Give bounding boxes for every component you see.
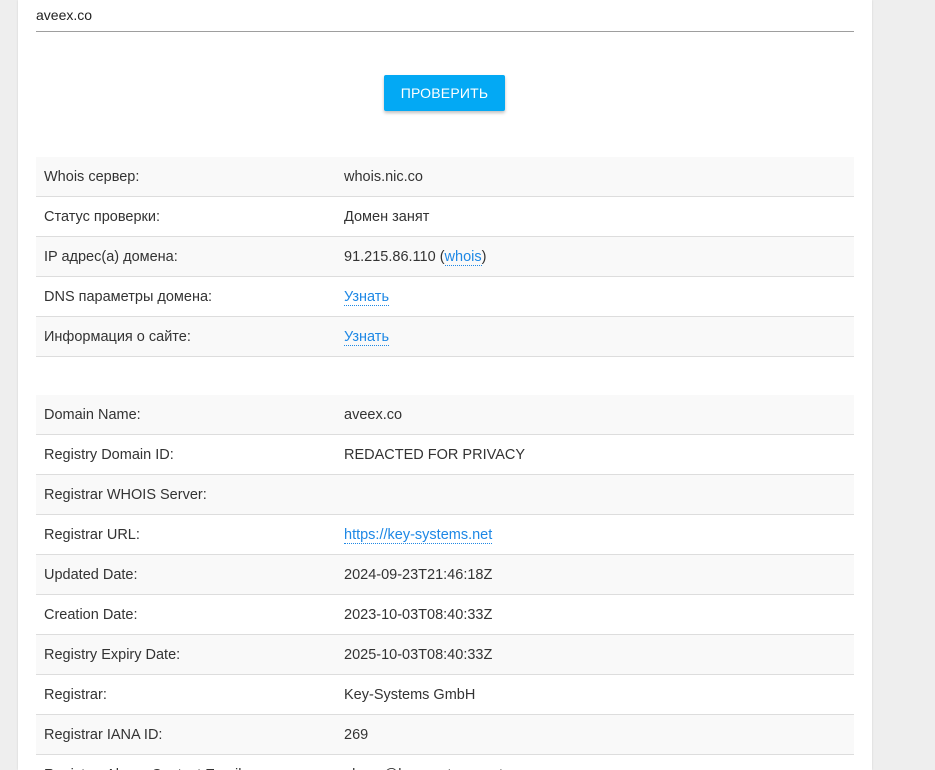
site-info-cell: Узнать [336,316,854,357]
whois-server-value: whois.nic.co [336,157,854,197]
registrar-url-link[interactable]: https://key-systems.net [344,526,493,544]
paren-close: ) [481,248,487,265]
table-row: Registry Domain ID: REDACTED FOR PRIVACY [36,434,854,475]
table-row: IP адрес(а) домена: 91.215.86.110 (whois… [36,236,854,277]
table-row: Registrar URL: https://key-systems.net [36,514,854,555]
table-row: Registrar Abuse Contact Email: abuse@key… [36,754,854,770]
paren-open: ( [439,248,445,265]
domain-name-value: aveex.co [336,395,854,435]
registrar-url-cell: https://key-systems.net [336,514,854,555]
check-button[interactable]: ПРОВЕРИТЬ [384,75,505,111]
domain-input[interactable] [36,0,854,32]
table-row: Registrar: Key-Systems GmbH [36,674,854,715]
dns-params-label: DNS параметры домена: [36,276,336,317]
registry-domain-id-label: Registry Domain ID: [36,434,336,475]
iana-id-label: Registrar IANA ID: [36,714,336,755]
registrar-whois-server-value [336,474,854,515]
updated-date-value: 2024-09-23T21:46:18Z [336,554,854,595]
table-row: Статус проверки: Домен занят [36,196,854,237]
iana-id-value: 269 [336,714,854,755]
whois-table: Domain Name: aveex.co Registry Domain ID… [36,395,854,770]
ip-address-label: IP адрес(а) домена: [36,236,336,277]
dns-params-cell: Узнать [336,276,854,317]
table-row: Registry Expiry Date: 2025-10-03T08:40:3… [36,634,854,675]
status-table: Whois сервер: whois.nic.co Статус провер… [36,157,854,357]
whois-card: ПРОВЕРИТЬ Whois сервер: whois.nic.co Ста… [18,0,872,770]
whois-server-label: Whois сервер: [36,157,336,197]
table-row: Creation Date: 2023-10-03T08:40:33Z [36,594,854,635]
registrar-label: Registrar: [36,674,336,715]
ip-address-value: 91.215.86.110 [344,248,436,265]
ip-whois-link[interactable]: whois [444,248,482,266]
site-info-link[interactable]: Узнать [344,328,389,346]
abuse-email-label: Registrar Abuse Contact Email: [36,754,336,770]
table-row: DNS параметры домена: Узнать [36,276,854,317]
table-row: Whois сервер: whois.nic.co [36,157,854,197]
expiry-date-value: 2025-10-03T08:40:33Z [336,634,854,675]
check-status-value: Домен занят [336,196,854,237]
expiry-date-label: Registry Expiry Date: [36,634,336,675]
table-row: Registrar WHOIS Server: [36,474,854,515]
table-row: Registrar IANA ID: 269 [36,714,854,755]
domain-name-label: Domain Name: [36,395,336,435]
registrar-whois-server-label: Registrar WHOIS Server: [36,474,336,515]
updated-date-label: Updated Date: [36,554,336,595]
table-row: Domain Name: aveex.co [36,395,854,435]
check-status-label: Статус проверки: [36,196,336,237]
abuse-email-value: abuse@key-systems.net [336,754,854,770]
table-row: Информация о сайте: Узнать [36,316,854,357]
creation-date-value: 2023-10-03T08:40:33Z [336,594,854,635]
creation-date-label: Creation Date: [36,594,336,635]
ip-address-cell: 91.215.86.110 (whois) [336,236,854,277]
registrar-url-label: Registrar URL: [36,514,336,555]
dns-find-link[interactable]: Узнать [344,288,389,306]
table-row: Updated Date: 2024-09-23T21:46:18Z [36,554,854,595]
registry-domain-id-value: REDACTED FOR PRIVACY [336,434,854,475]
registrar-value: Key-Systems GmbH [336,674,854,715]
site-info-label: Информация о сайте: [36,316,336,357]
